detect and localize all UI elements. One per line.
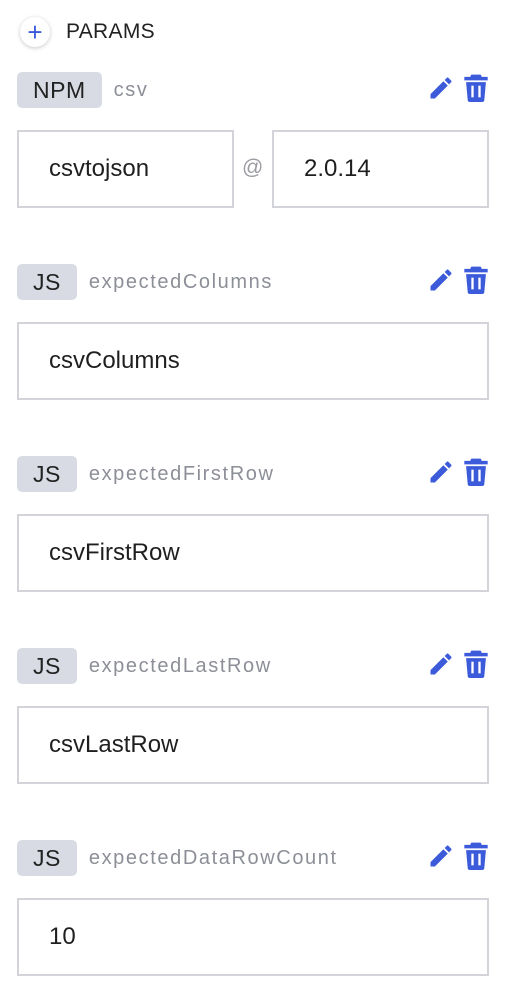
pencil-icon[interactable] xyxy=(427,842,455,870)
param-type-badge: NPM xyxy=(17,72,102,108)
param-value-input[interactable]: csvFirstRow xyxy=(17,514,489,592)
param-expected-first-row: JS expectedFirstRow csvFirstRow xyxy=(17,456,489,592)
param-type-badge: JS xyxy=(17,456,77,492)
param-name: expectedLastRow xyxy=(88,654,272,677)
param-expected-last-row: JS expectedLastRow csvLastRow xyxy=(17,648,489,784)
add-param-button[interactable]: + xyxy=(20,17,50,47)
package-version-input[interactable]: 2.0.14 xyxy=(272,130,489,208)
pencil-icon[interactable] xyxy=(427,74,455,102)
param-type-badge: JS xyxy=(17,648,77,684)
trash-icon[interactable] xyxy=(463,74,489,102)
param-type-badge: JS xyxy=(17,264,77,300)
trash-icon[interactable] xyxy=(463,458,489,486)
pencil-icon[interactable] xyxy=(427,266,455,294)
trash-icon[interactable] xyxy=(463,650,489,678)
param-value-input[interactable]: csvColumns xyxy=(17,322,489,400)
version-separator: @ xyxy=(242,156,264,179)
package-name-input[interactable]: csvtojson xyxy=(17,130,234,208)
trash-icon[interactable] xyxy=(463,842,489,870)
trash-icon[interactable] xyxy=(463,266,489,294)
param-expected-columns: JS expectedColumns csvColumns xyxy=(17,264,489,400)
pencil-icon[interactable] xyxy=(427,650,455,678)
params-header: + PARAMS xyxy=(20,14,155,50)
param-expected-data-row-count: JS expectedDataRowCount 10 xyxy=(17,840,489,976)
plus-icon: + xyxy=(27,17,43,47)
pencil-icon[interactable] xyxy=(427,458,455,486)
param-type-badge: JS xyxy=(17,840,77,876)
param-name: expectedFirstRow xyxy=(88,462,275,485)
param-value-input[interactable]: 10 xyxy=(17,898,489,976)
params-title: PARAMS xyxy=(66,20,155,43)
param-csv: NPM csv csvtojson @ 2.0.14 xyxy=(17,72,489,208)
param-value-input[interactable]: csvLastRow xyxy=(17,706,489,784)
param-name: expectedDataRowCount xyxy=(88,846,338,869)
param-name: csv xyxy=(113,78,149,101)
param-name: expectedColumns xyxy=(88,270,273,293)
